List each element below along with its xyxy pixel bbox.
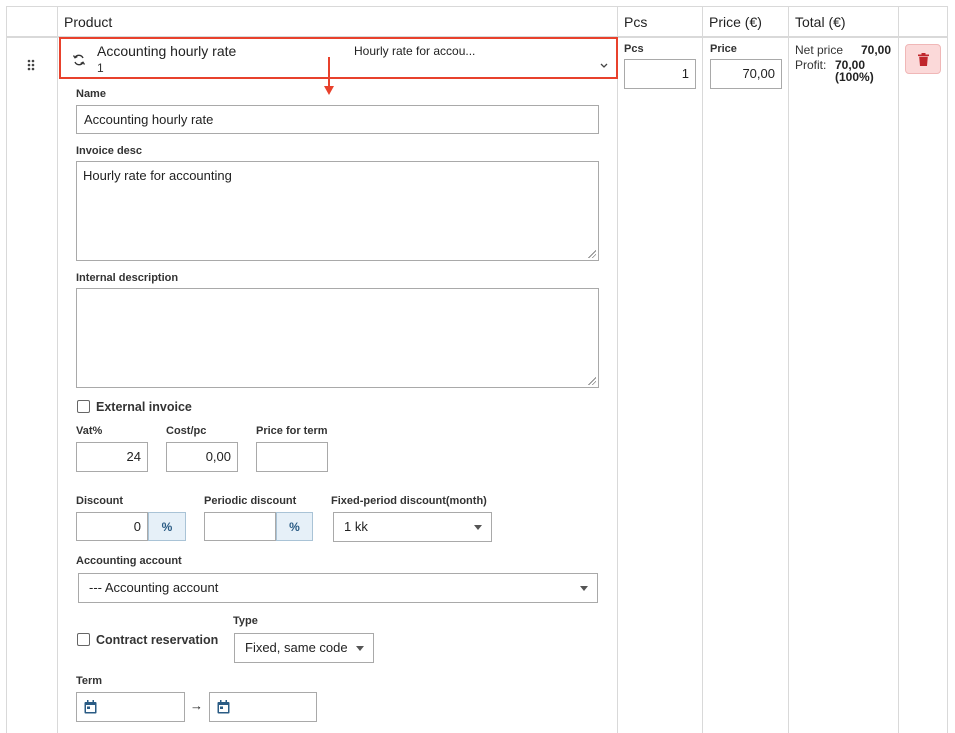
accounting-select[interactable]: --- Accounting account <box>78 573 598 603</box>
external-invoice-checkbox[interactable] <box>77 400 90 413</box>
fixed-period-select[interactable]: 1 kk <box>333 512 492 542</box>
pcs-label: Pcs <box>624 43 644 55</box>
type-label: Type <box>233 615 258 627</box>
col-border-3 <box>702 6 703 733</box>
internal-desc-textarea[interactable] <box>76 288 599 388</box>
net-price-value: 70,00 <box>861 43 892 57</box>
invoice-desc-label: Invoice desc <box>76 145 143 157</box>
fixed-period-value: 1 kk <box>344 519 368 534</box>
col-border-0 <box>6 6 7 733</box>
col-border-1 <box>57 6 58 733</box>
external-invoice-label[interactable]: External invoice <box>96 400 192 414</box>
calendar-icon[interactable] <box>84 700 97 714</box>
periodic-discount-label: Periodic discount <box>204 495 297 507</box>
product-qty: 1 <box>97 61 104 75</box>
vat-label: Vat% <box>76 425 103 437</box>
trash-icon <box>918 53 929 66</box>
annotation-arrow <box>323 57 335 97</box>
chevron-down-icon[interactable] <box>600 56 608 68</box>
vat-input[interactable]: 24 <box>76 442 148 472</box>
discount-input[interactable]: 0 <box>76 512 148 541</box>
price-input[interactable]: 70,00 <box>710 59 782 89</box>
contract-reservation-checkbox[interactable] <box>77 633 90 646</box>
periodic-discount-input[interactable] <box>204 512 276 541</box>
header-price: Price (€) <box>709 14 762 30</box>
delete-button[interactable] <box>905 44 941 74</box>
dropdown-caret-icon <box>474 525 482 530</box>
table-top-border <box>6 6 948 7</box>
cost-label: Cost/pc <box>166 425 207 437</box>
product-selector[interactable]: Accounting hourly rate 1 Hourly rate for… <box>59 37 618 79</box>
price-term-input[interactable] <box>256 442 328 472</box>
invoice-desc-text: Hourly rate for accounting <box>83 168 232 183</box>
profit-percent: (100%) <box>835 70 874 84</box>
accounting-label: Accounting account <box>76 555 182 567</box>
col-border-5 <box>898 6 899 733</box>
term-start-input[interactable] <box>76 692 185 722</box>
product-description: Hourly rate for accou... <box>354 44 476 58</box>
name-label: Name <box>76 88 106 100</box>
internal-desc-label: Internal description <box>76 272 179 284</box>
name-input[interactable]: Accounting hourly rate <box>76 105 599 134</box>
header-product: Product <box>64 14 113 30</box>
discount-label: Discount <box>76 495 124 507</box>
drag-handle-icon[interactable] <box>26 58 36 71</box>
calendar-icon[interactable] <box>217 700 230 714</box>
price-term-label: Price for term <box>256 425 328 437</box>
product-name: Accounting hourly rate <box>97 43 237 59</box>
pcs-input[interactable]: 1 <box>624 59 696 89</box>
price-label: Price <box>710 43 737 55</box>
col-border-2 <box>617 6 618 733</box>
header-pcs: Pcs <box>624 14 648 30</box>
fixed-period-label: Fixed-period discount(month) <box>331 495 487 507</box>
resize-handle-icon[interactable] <box>588 377 596 385</box>
discount-unit: % <box>148 512 186 541</box>
dropdown-caret-icon <box>356 646 364 651</box>
term-end-input[interactable] <box>209 692 317 722</box>
periodic-discount-unit: % <box>276 512 313 541</box>
cost-input[interactable]: 0,00 <box>166 442 238 472</box>
arrow-right-icon: → <box>190 698 203 713</box>
col-border-4 <box>788 6 789 733</box>
resize-handle-icon[interactable] <box>588 250 596 258</box>
invoice-desc-textarea[interactable]: Hourly rate for accounting <box>76 161 599 261</box>
profit-label: Profit: <box>795 58 827 72</box>
col-border-6 <box>947 6 948 733</box>
net-price-label: Net price <box>795 43 844 57</box>
accounting-value: --- Accounting account <box>89 580 219 595</box>
contract-reservation-label[interactable]: Contract reservation <box>96 633 218 647</box>
refresh-icon[interactable] <box>72 53 86 67</box>
header-total: Total (€) <box>795 14 846 30</box>
type-value: Fixed, same code <box>245 640 348 655</box>
term-label: Term <box>76 675 103 687</box>
dropdown-caret-icon <box>580 586 588 591</box>
type-select[interactable]: Fixed, same code <box>234 633 374 663</box>
